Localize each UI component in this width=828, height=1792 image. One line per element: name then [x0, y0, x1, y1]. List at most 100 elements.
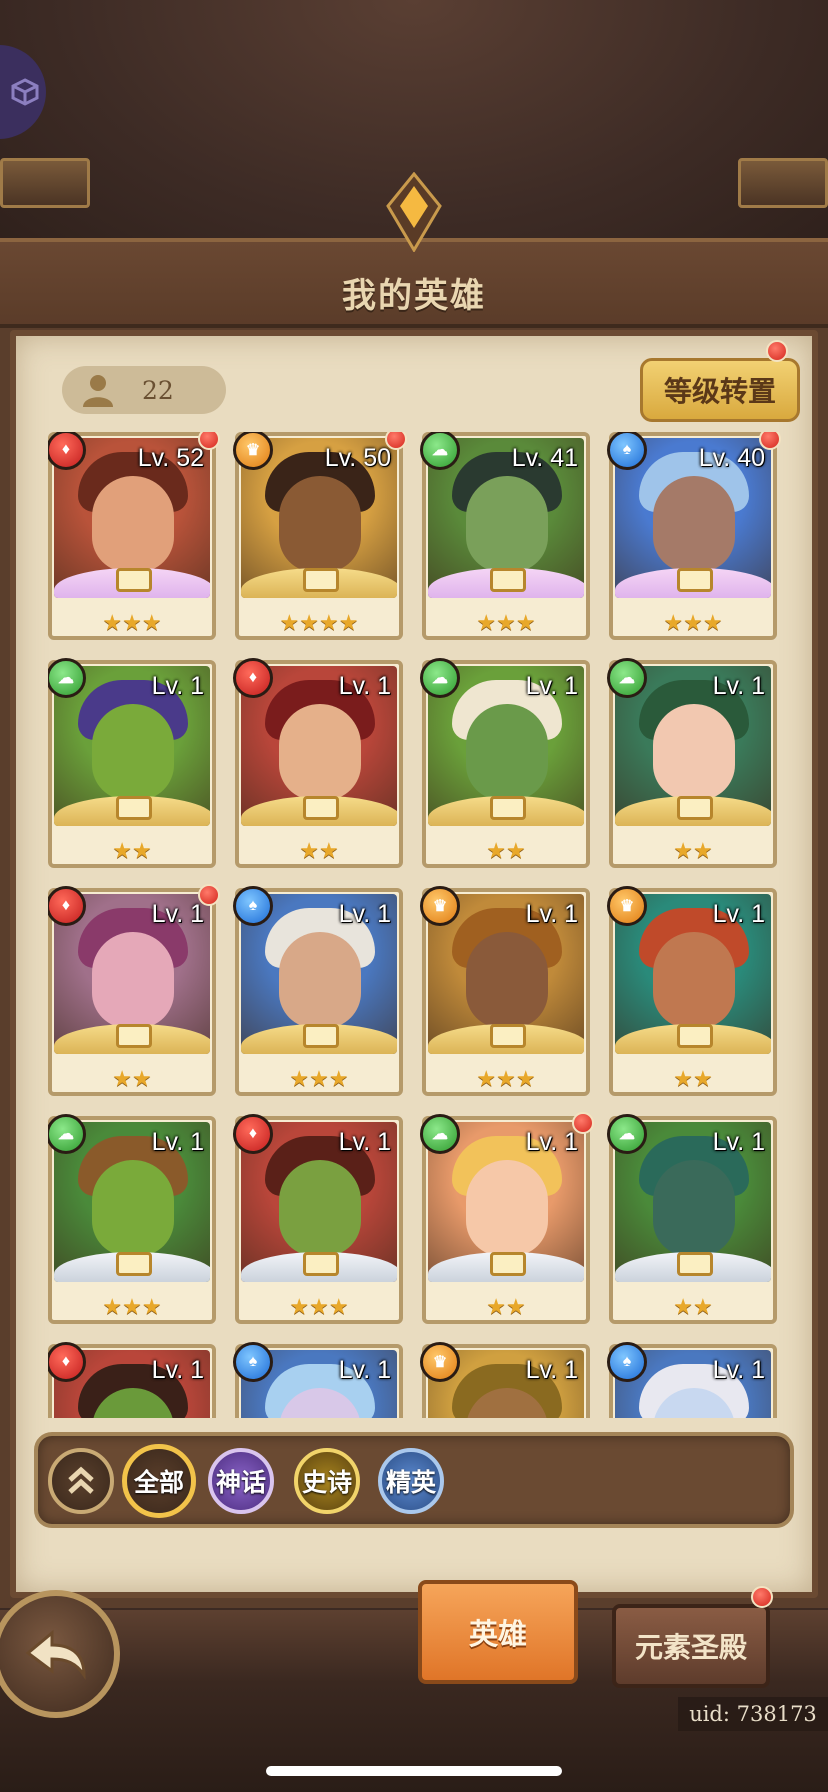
hero-card[interactable]: Lv. 1 ★★ ♛	[607, 886, 777, 1096]
person-icon	[83, 375, 113, 407]
filter-epic-button[interactable]: 史诗	[294, 1448, 360, 1514]
double-chevron-up-icon	[68, 1466, 94, 1494]
droplet-icon: ♠	[233, 886, 273, 926]
hero-face	[466, 932, 548, 1028]
hero-face	[92, 704, 174, 800]
hero-card[interactable]: Lv. 1 ★★★ ♠	[233, 886, 403, 1096]
hero-face	[92, 476, 174, 572]
hero-level: Lv. 1	[525, 1128, 578, 1156]
level-transfer-button[interactable]: 等级转置	[640, 358, 800, 422]
hero-level: Lv. 41	[511, 444, 578, 472]
rarity-emblem-icon	[490, 568, 526, 592]
hero-level: Lv. 1	[338, 900, 391, 928]
notification-dot	[385, 432, 407, 450]
notification-dot	[198, 884, 220, 906]
hero-card[interactable]: Lv. 1 ♠	[607, 1342, 777, 1418]
hero-card[interactable]: Lv. 1 ★★★ ☁	[48, 1114, 216, 1324]
diamond-icon: ♛	[607, 886, 647, 926]
hero-face	[279, 932, 361, 1028]
hero-level: Lv. 1	[151, 672, 204, 700]
collapse-button[interactable]	[48, 1448, 114, 1514]
filter-all-button[interactable]: 全部	[122, 1444, 196, 1518]
hero-stars: ★★	[112, 1066, 152, 1091]
hero-stars: ★★★	[476, 1066, 536, 1091]
hero-level: Lv. 1	[338, 1356, 391, 1384]
filter-mythic-button[interactable]: 神话	[208, 1448, 274, 1514]
corner-ornament-left	[0, 158, 90, 208]
hero-card[interactable]: Lv. 1 ★★ ☁	[420, 658, 590, 868]
hero-stars: ★★★	[102, 1294, 162, 1319]
rarity-emblem-icon	[490, 796, 526, 820]
flame-icon: ♦	[233, 1114, 273, 1154]
hero-level: Lv. 1	[338, 672, 391, 700]
notification-dot	[572, 1112, 594, 1134]
hero-card[interactable]: Lv. 1 ★★ ☁	[607, 658, 777, 868]
hero-card[interactable]: Lv. 40 ★★★ ♠	[607, 432, 781, 640]
hero-stars: ★★★	[476, 610, 536, 635]
rarity-emblem-icon	[116, 568, 152, 592]
hero-card[interactable]: Lv. 1 ★★ ☁	[48, 658, 216, 868]
hero-level: Lv. 1	[151, 900, 204, 928]
hero-card[interactable]: Lv. 50 ★★★★ ♛	[233, 432, 407, 640]
rarity-emblem-icon	[116, 1024, 152, 1048]
hero-card[interactable]: Lv. 1 ★★ ♦	[48, 884, 220, 1096]
droplet-icon: ♠	[607, 1342, 647, 1382]
hero-stars: ★★★★	[279, 610, 359, 635]
rarity-emblem-icon	[490, 1252, 526, 1276]
rarity-emblem-icon	[116, 1252, 152, 1276]
filter-bar: 全部 神话 史诗 精英	[34, 1432, 794, 1528]
hero-card[interactable]: Lv. 1 ♠	[233, 1342, 403, 1418]
corner-ornament-right	[738, 158, 828, 208]
home-indicator[interactable]	[266, 1766, 562, 1776]
hero-stars: ★★	[673, 1294, 713, 1319]
hero-face	[92, 1160, 174, 1256]
flame-icon: ♦	[233, 658, 273, 698]
hero-face	[653, 476, 735, 572]
rarity-emblem-icon	[303, 796, 339, 820]
hero-card[interactable]: Lv. 1 ★★ ☁	[420, 1112, 594, 1324]
rarity-emblem-icon	[303, 1252, 339, 1276]
rarity-emblem-icon	[677, 796, 713, 820]
filter-elite-button[interactable]: 精英	[378, 1448, 444, 1514]
tab-heroes[interactable]: 英雄	[418, 1580, 578, 1684]
hero-card[interactable]: Lv. 1 ♦	[48, 1342, 216, 1418]
swirl-icon: ☁	[420, 1114, 460, 1154]
hero-level: Lv. 1	[151, 1356, 204, 1384]
tab-element-temple[interactable]: 元素圣殿	[612, 1604, 770, 1688]
rarity-emblem-icon	[116, 796, 152, 820]
hero-level: Lv. 40	[698, 444, 765, 472]
hero-level: Lv. 1	[525, 900, 578, 928]
hero-face	[92, 932, 174, 1028]
hero-grid[interactable]: Lv. 52 ★★★ ♦ Lv. 50 ★★★★ ♛ Lv. 41 ★★★ ☁ Lv. 40 ★★★…	[48, 432, 784, 1418]
hero-face	[279, 476, 361, 572]
hero-stars: ★★	[486, 1294, 526, 1319]
hero-stars: ★★	[486, 838, 526, 863]
hero-card[interactable]: Lv. 1 ★★ ♦	[233, 658, 403, 868]
rarity-emblem-icon	[303, 1024, 339, 1048]
hero-level: Lv. 1	[151, 1128, 204, 1156]
hero-level: Lv. 1	[712, 900, 765, 928]
hero-card[interactable]: Lv. 1 ♛	[420, 1342, 590, 1418]
hero-level: Lv. 1	[525, 1356, 578, 1384]
rarity-emblem-icon	[490, 1024, 526, 1048]
hero-face	[279, 1160, 361, 1256]
hero-face	[466, 1160, 548, 1256]
hero-card[interactable]: Lv. 52 ★★★ ♦	[48, 432, 220, 640]
hero-face	[466, 704, 548, 800]
hero-card[interactable]: Lv. 1 ★★★ ♛	[420, 886, 590, 1096]
crest-ornament	[386, 172, 442, 252]
rarity-emblem-icon	[303, 568, 339, 592]
hero-face	[279, 704, 361, 800]
hero-level: Lv. 52	[137, 444, 204, 472]
hero-count-value: 22	[142, 375, 174, 405]
hero-card[interactable]: Lv. 1 ★★★ ♦	[233, 1114, 403, 1324]
hero-level: Lv. 50	[324, 444, 391, 472]
notification-dot	[751, 1586, 773, 1608]
hero-stars: ★★	[299, 838, 339, 863]
hero-stars: ★★	[673, 838, 713, 863]
diamond-icon: ♛	[420, 1342, 460, 1382]
hero-stars: ★★★	[102, 610, 162, 635]
notification-dot	[766, 340, 788, 362]
hero-card[interactable]: Lv. 1 ★★ ☁	[607, 1114, 777, 1324]
hero-card[interactable]: Lv. 41 ★★★ ☁	[420, 432, 590, 640]
